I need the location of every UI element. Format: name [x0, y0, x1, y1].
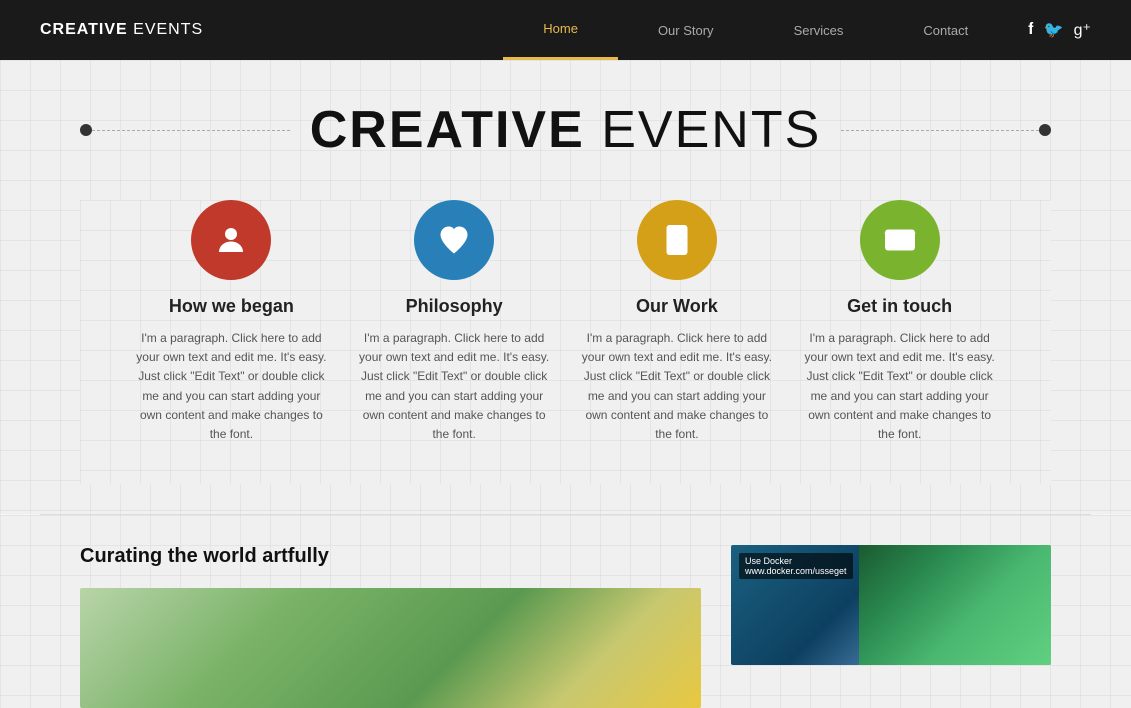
- our-work-icon[interactable]: $: [637, 200, 717, 280]
- document-icon: $: [659, 222, 695, 258]
- our-work-title: Our Work: [636, 296, 718, 317]
- feature-philosophy: Philosophy I'm a paragraph. Click here t…: [354, 200, 554, 444]
- bottom-right: Use Dockerwww.docker.com/usseget: [731, 545, 1051, 708]
- bird-image: [859, 545, 1051, 665]
- social-links: 𝐟 🐦 g⁺: [1028, 20, 1091, 40]
- left-dot: [80, 124, 92, 136]
- hero-title-row: CREATIVE EVENTS: [80, 100, 1051, 160]
- get-in-touch-icon[interactable]: [860, 200, 940, 280]
- how-we-began-text: I'm a paragraph. Click here to add your …: [131, 329, 331, 444]
- how-we-began-title: How we began: [169, 296, 294, 317]
- feature-get-in-touch: Get in touch I'm a paragraph. Click here…: [800, 200, 1000, 444]
- svg-text:$: $: [675, 234, 681, 246]
- facebook-icon[interactable]: 𝐟: [1028, 21, 1034, 39]
- philosophy-icon[interactable]: [414, 200, 494, 280]
- features-row: How we began I'm a paragraph. Click here…: [80, 200, 1051, 484]
- bottom-right-image: Use Dockerwww.docker.com/usseget: [731, 545, 1051, 665]
- bottom-section: Curating the world artfully Use Dockerww…: [0, 515, 1131, 708]
- our-work-text: I'm a paragraph. Click here to add your …: [577, 329, 777, 444]
- get-in-touch-text: I'm a paragraph. Click here to add your …: [800, 329, 1000, 444]
- envelope-icon: [882, 222, 918, 258]
- bottom-left-image: [80, 588, 701, 708]
- nav-home[interactable]: Home: [503, 0, 618, 60]
- get-in-touch-title: Get in touch: [847, 296, 952, 317]
- nav-contact[interactable]: Contact: [883, 0, 1008, 60]
- googleplus-icon[interactable]: g⁺: [1074, 20, 1091, 40]
- person-icon: [213, 222, 249, 258]
- right-dot: [1039, 124, 1051, 136]
- bottom-title: Curating the world artfully: [80, 545, 701, 568]
- left-line: [92, 130, 290, 131]
- hero-title: CREATIVE EVENTS: [290, 100, 842, 160]
- twitter-icon[interactable]: 🐦: [1044, 20, 1064, 40]
- nav-our-story[interactable]: Our Story: [618, 0, 754, 60]
- nav-links: Home Our Story Services Contact: [503, 0, 1008, 60]
- right-line: [841, 130, 1039, 131]
- docker-badge: Use Dockerwww.docker.com/usseget: [739, 553, 853, 579]
- philosophy-text: I'm a paragraph. Click here to add your …: [354, 329, 554, 444]
- hero-section: CREATIVE EVENTS How we began I'm a parag…: [0, 60, 1131, 514]
- feature-our-work: $ Our Work I'm a paragraph. Click here t…: [577, 200, 777, 444]
- logo: CREATIVE EVENTS: [40, 21, 203, 39]
- how-we-began-icon[interactable]: [191, 200, 271, 280]
- philosophy-title: Philosophy: [406, 296, 503, 317]
- feature-how-we-began: How we began I'm a paragraph. Click here…: [131, 200, 331, 444]
- bottom-left: Curating the world artfully: [80, 545, 701, 708]
- nav-services[interactable]: Services: [754, 0, 884, 60]
- heart-icon: [436, 222, 472, 258]
- navigation: CREATIVE EVENTS Home Our Story Services …: [0, 0, 1131, 60]
